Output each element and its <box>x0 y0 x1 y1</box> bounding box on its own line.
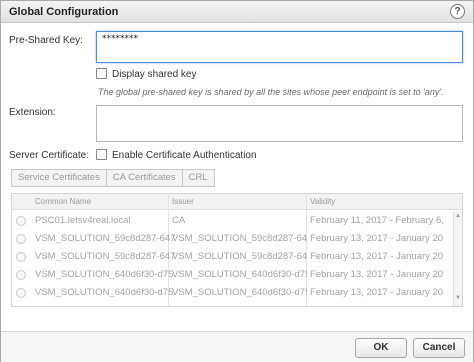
psk-label: Pre-Shared Key: <box>9 35 83 46</box>
certificates-grid: Common Name Issuer Validity PSC01.letsv4… <box>11 193 463 307</box>
cell-validity: February 13, 2017 - January 20, 2 <box>310 233 444 244</box>
row-radio[interactable] <box>16 252 26 262</box>
global-configuration-dialog: Global Configuration ? Pre-Shared Key: *… <box>0 0 474 362</box>
cell-validity: February 13, 2017 - January 20, 2 <box>310 269 444 280</box>
col-header-issuer[interactable]: Issuer <box>172 197 194 206</box>
row-radio[interactable] <box>16 234 26 244</box>
col-header-common-name[interactable]: Common Name <box>35 197 91 206</box>
row-radio[interactable] <box>16 216 26 226</box>
row-radio[interactable] <box>16 270 26 280</box>
table-row[interactable]: VSM_SOLUTION_640d6f30-d75 VSM_SOLUTION_6… <box>12 266 462 284</box>
ok-button[interactable]: OK <box>355 338 407 358</box>
display-key-label: Display shared key <box>112 69 197 80</box>
dialog-titlebar: Global Configuration ? <box>1 1 473 23</box>
dialog-footer: OK Cancel <box>1 331 473 362</box>
cell-issuer: VSM_SOLUTION_640d6f30-d75 <box>172 269 307 280</box>
enable-cert-label: Enable Certificate Authentication <box>112 150 257 161</box>
tab-service-certificates[interactable]: Service Certificates <box>11 169 107 187</box>
scroll-down-icon[interactable]: ▼ <box>454 295 462 301</box>
cell-issuer: VSM_SOLUTION_59c8d287-647 <box>172 233 307 244</box>
extension-label: Extension: <box>9 107 56 118</box>
extension-input[interactable] <box>96 105 463 142</box>
cell-issuer: VSM_SOLUTION_640d6f30-d75 <box>172 287 307 298</box>
table-row[interactable]: VSM_SOLUTION_59c8d287-647 VSM_SOLUTION_5… <box>12 248 462 266</box>
cell-common-name: VSM_SOLUTION_59c8d287-647 <box>35 233 175 244</box>
help-icon[interactable]: ? <box>450 4 465 19</box>
dialog-title: Global Configuration <box>9 6 119 18</box>
tab-ca-certificates[interactable]: CA Certificates <box>105 169 183 187</box>
cell-validity: February 13, 2017 - January 20, 2 <box>310 251 444 262</box>
certificate-tabs: Service Certificates CA Certificates CRL <box>11 169 215 187</box>
col-header-validity[interactable]: Validity <box>310 197 335 206</box>
display-key-checkbox[interactable] <box>96 68 107 79</box>
table-row[interactable]: VSM_SOLUTION_59c8d287-647 VSM_SOLUTION_5… <box>12 230 462 248</box>
grid-header: Common Name Issuer Validity <box>12 194 462 210</box>
scroll-up-icon[interactable]: ▲ <box>454 213 462 219</box>
psk-note: The global pre-shared key is shared by a… <box>98 87 444 97</box>
cell-issuer: VSM_SOLUTION_59c8d287-647 <box>172 251 307 262</box>
table-row[interactable]: PSC01.letsv4real.local CA February 11, 2… <box>12 212 462 230</box>
cell-common-name: VSM_SOLUTION_640d6f30-d75 <box>35 287 174 298</box>
cell-common-name: VSM_SOLUTION_640d6f30-d75 <box>35 269 174 280</box>
cell-common-name: VSM_SOLUTION_59c8d287-647 <box>35 251 175 262</box>
server-cert-label: Server Certificate: <box>9 150 90 161</box>
cell-validity: February 11, 2017 - February 6, 20 <box>310 215 444 226</box>
psk-input[interactable]: ******** <box>96 31 463 63</box>
tab-crl[interactable]: CRL <box>181 169 215 187</box>
table-row[interactable]: VSM_SOLUTION_640d6f30-d75 VSM_SOLUTION_6… <box>12 284 462 302</box>
grid-scrollbar[interactable]: ▲ ▼ <box>453 211 462 306</box>
cell-common-name: PSC01.letsv4real.local <box>35 215 131 226</box>
enable-cert-checkbox[interactable] <box>96 149 107 160</box>
psk-value: ******** <box>102 34 138 44</box>
cell-validity: February 13, 2017 - January 20, 2 <box>310 287 444 298</box>
cell-issuer: CA <box>172 215 186 226</box>
cancel-button[interactable]: Cancel <box>413 338 465 358</box>
row-radio[interactable] <box>16 288 26 298</box>
